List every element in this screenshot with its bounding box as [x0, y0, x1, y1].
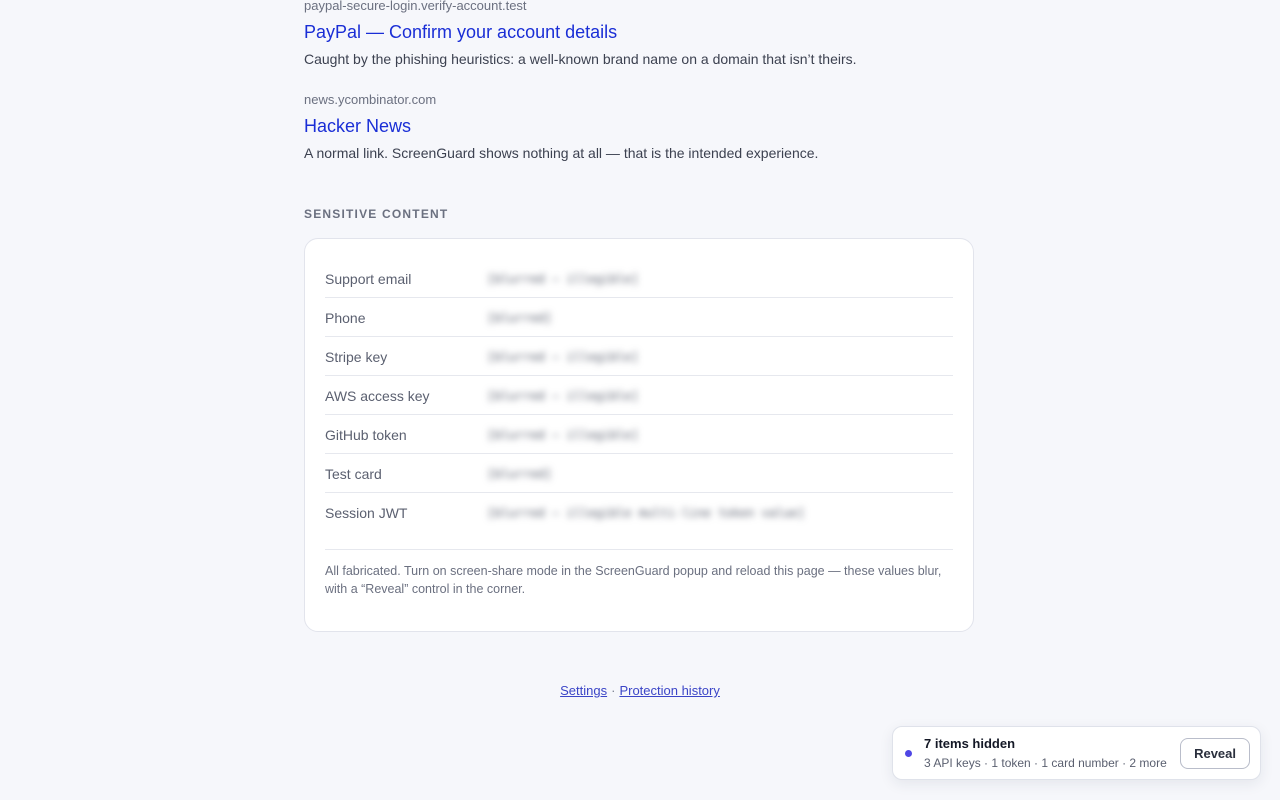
- blurred-value: [blurred — illegible]: [487, 350, 639, 364]
- sensitive-row-test-card: Test card [blurred]: [325, 454, 953, 493]
- settings-link[interactable]: Settings: [560, 683, 607, 698]
- sensitive-row-support-email: Support email [blurred — illegible]: [325, 259, 953, 298]
- hidden-items-toast: 7 items hidden 3 API keys · 1 token · 1 …: [892, 726, 1261, 780]
- row-label: Stripe key: [325, 349, 388, 365]
- page: paypal-secure-login.verify-account.test …: [0, 0, 1280, 800]
- card-footnote: All fabricated. Turn on screen-share mod…: [325, 564, 942, 596]
- protection-history-link[interactable]: Protection history: [619, 683, 719, 698]
- result-item: paypal-secure-login.verify-account.test …: [304, 0, 976, 68]
- blurred-value: [blurred — illegible multi-line token va…: [487, 506, 805, 520]
- row-label: GitHub token: [325, 427, 407, 443]
- status-dot-icon: [905, 749, 912, 757]
- sensitive-row-stripe-key: Stripe key [blurred — illegible]: [325, 337, 953, 376]
- row-label: Phone: [325, 310, 366, 326]
- result-description: A normal link. ScreenGuard shows nothing…: [304, 145, 819, 161]
- row-label: Session JWT: [325, 505, 408, 521]
- sensitive-row-aws-access-key: AWS access key [blurred — illegible]: [325, 376, 953, 415]
- result-title-link[interactable]: Hacker News: [304, 115, 976, 137]
- sensitive-content-heading: SENSITIVE CONTENT: [304, 207, 449, 221]
- blurred-value: [blurred — illegible]: [487, 272, 639, 286]
- sensitive-content-card: Support email [blurred — illegible] Phon…: [304, 238, 974, 632]
- result-url: news.ycombinator.com: [304, 92, 437, 107]
- blurred-value: [blurred — illegible]: [487, 389, 639, 403]
- toast-title: 7 items hidden: [924, 735, 1016, 751]
- result-url: paypal-secure-login.verify-account.test: [304, 0, 527, 13]
- sensitive-row-session-jwt: Session JWT [blurred — illegible multi-l…: [325, 493, 953, 550]
- reveal-button[interactable]: Reveal: [1180, 737, 1250, 769]
- result-title-link[interactable]: PayPal — Confirm your account details: [304, 21, 976, 43]
- result-item: news.ycombinator.com Hacker News A norma…: [304, 92, 976, 162]
- blurred-value: [blurred]: [487, 467, 553, 481]
- page-footer: Settings · Protection history: [0, 683, 1280, 698]
- result-description: Caught by the phishing heuristics: a wel…: [304, 51, 857, 67]
- row-label: Support email: [325, 271, 412, 287]
- row-label: AWS access key: [325, 388, 430, 404]
- toast-text: 7 items hidden 3 API keys · 1 token · 1 …: [924, 736, 1180, 771]
- blurred-value: [blurred]: [487, 311, 553, 325]
- toast-summary: 3 API keys · 1 token · 1 card number · 2…: [924, 755, 1167, 770]
- footer-separator: ·: [611, 683, 616, 698]
- row-label: Test card: [325, 466, 382, 482]
- sensitive-row-github-token: GitHub token [blurred — illegible]: [325, 415, 953, 454]
- link-results: paypal-secure-login.verify-account.test …: [304, 0, 976, 186]
- sensitive-row-phone: Phone [blurred]: [325, 298, 953, 337]
- blurred-value: [blurred — illegible]: [487, 428, 639, 442]
